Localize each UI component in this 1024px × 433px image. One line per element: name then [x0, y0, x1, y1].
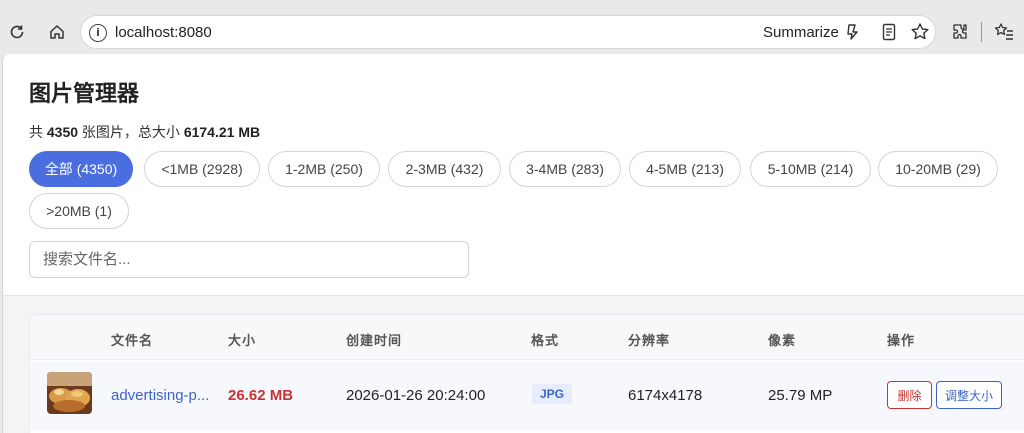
- table-row[interactable]: advertising-p... 26.62 MB 2026-01-26 20:…: [30, 361, 1024, 431]
- info-icon[interactable]: i: [89, 24, 107, 42]
- delete-button[interactable]: 删除: [887, 381, 932, 409]
- column-header-format[interactable]: 格式: [531, 330, 559, 349]
- image-table: 文件名 大小 创建时间 格式 分辨率 像素 操作 advertising-p..…: [29, 314, 1024, 433]
- copilot-icon[interactable]: [841, 21, 863, 43]
- column-header-filename[interactable]: 文件名: [111, 330, 153, 349]
- filter-chip-1-2mb[interactable]: 1-2MB (250): [268, 151, 380, 187]
- table-header: 文件名 大小 创建时间 格式 分辨率 像素 操作: [30, 315, 1024, 360]
- favorite-star-icon[interactable]: [909, 21, 931, 43]
- home-icon[interactable]: [41, 16, 73, 48]
- toolbar-divider: [981, 22, 982, 42]
- filename-link[interactable]: advertising-p...: [111, 387, 213, 404]
- address-bar[interactable]: i localhost:8080 Summarize: [80, 15, 936, 49]
- summary-stats: 共 4350 张图片，总大小 6174.21 MB: [29, 122, 260, 142]
- resolution-value: 6174x4178: [628, 387, 703, 404]
- filter-chip-5-10mb[interactable]: 5-10MB (214): [750, 151, 871, 187]
- filter-chip-gt20mb[interactable]: >20MB (1): [29, 193, 129, 229]
- search-input[interactable]: [29, 241, 469, 278]
- browser-toolbar: i localhost:8080 Summarize: [0, 0, 1024, 54]
- column-header-resolution[interactable]: 分辨率: [628, 330, 670, 349]
- column-header-actions: 操作: [887, 333, 916, 348]
- stats-mid: 张图片，总大小: [78, 124, 184, 140]
- extensions-icon[interactable]: [944, 16, 976, 48]
- column-header-size[interactable]: 大小: [228, 330, 256, 349]
- created-time: 2026-01-26 20:24:00: [346, 387, 486, 404]
- page-content: 图片管理器 共 4350 张图片，总大小 6174.21 MB 全部 (4350…: [2, 54, 1024, 433]
- filter-chip-10-20mb[interactable]: 10-20MB (29): [878, 151, 998, 187]
- filter-chip-2-3mb[interactable]: 2-3MB (432): [388, 151, 501, 187]
- file-size: 26.62 MB: [228, 387, 294, 404]
- reload-icon[interactable]: [1, 16, 33, 48]
- column-header-pixels[interactable]: 像素: [768, 330, 796, 349]
- stats-prefix: 共: [29, 124, 47, 140]
- header-panel: 图片管理器 共 4350 张图片，总大小 6174.21 MB 全部 (4350…: [3, 54, 1024, 296]
- resize-button[interactable]: 调整大小: [936, 381, 1002, 409]
- column-header-created[interactable]: 创建时间: [346, 330, 402, 349]
- favorites-list-icon[interactable]: [988, 16, 1020, 48]
- filter-chip-3-4mb[interactable]: 3-4MB (283): [509, 151, 621, 187]
- filter-chip-all[interactable]: 全部 (4350): [29, 151, 133, 187]
- filter-chip-4-5mb[interactable]: 4-5MB (213): [629, 151, 741, 187]
- filter-chip-lt1mb[interactable]: <1MB (2928): [144, 151, 260, 187]
- page-title: 图片管理器: [29, 81, 140, 106]
- summarize-button[interactable]: Summarize: [763, 24, 839, 41]
- image-thumbnail[interactable]: [47, 372, 92, 414]
- format-badge: JPG: [532, 384, 573, 404]
- pixels-value: 25.79 MP: [768, 387, 833, 404]
- stats-size: 6174.21 MB: [183, 124, 261, 140]
- stats-count: 4350: [46, 124, 79, 140]
- url-text[interactable]: localhost:8080: [115, 24, 212, 41]
- reading-mode-icon[interactable]: [878, 21, 900, 43]
